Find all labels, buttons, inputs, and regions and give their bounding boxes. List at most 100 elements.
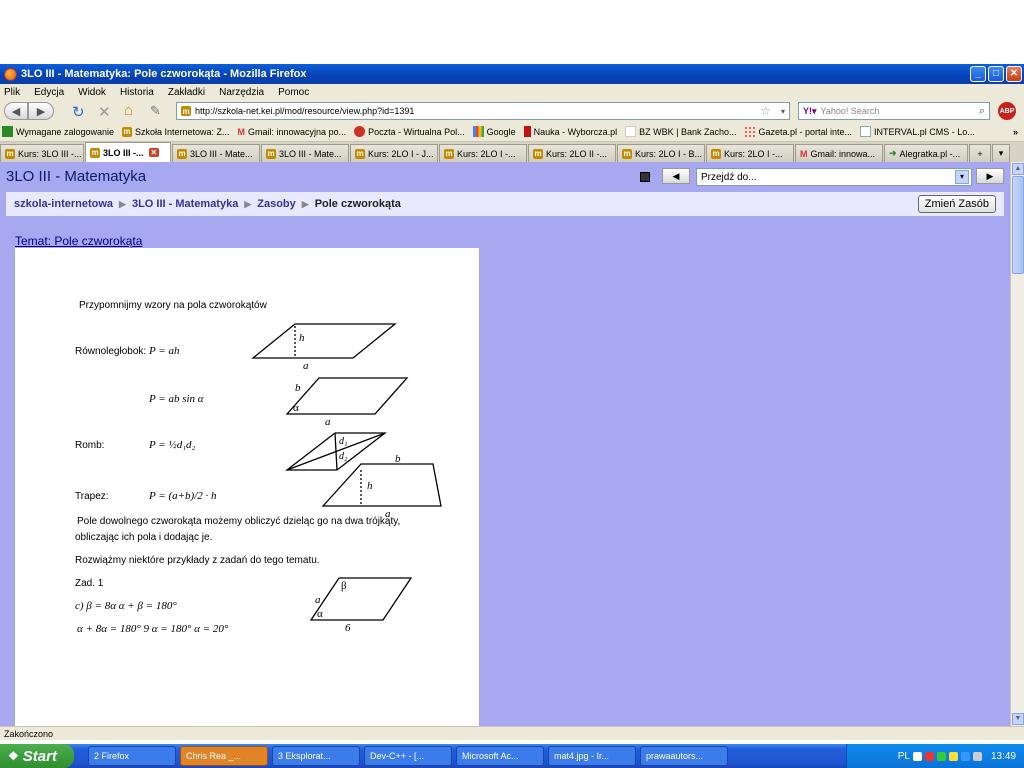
page-icon [860,126,872,137]
chevron-down-icon[interactable]: ▾ [955,170,969,184]
back-button[interactable]: ◀ [4,102,28,120]
scroll-up-icon[interactable]: ▲ [1012,163,1024,175]
geometry-figures [251,323,442,621]
system-tray: PL 13:49 [846,744,1024,768]
vertical-scrollbar[interactable]: ▲ ▼ [1010,162,1024,726]
reload-icon[interactable]: ↻ [72,103,85,121]
moodle-icon: m [711,148,721,159]
fig-label-h: h [299,332,305,344]
bookmark-item[interactable]: Poczta - Wirtualna Pol... [354,126,465,137]
moodle-icon: m [533,148,543,159]
menu-view[interactable]: Widok [78,87,106,98]
address-bar[interactable]: m http://szkola-net.kei.pl/mod/resource/… [176,102,790,120]
bookmark-item[interactable]: BZ WBK | Bank Zacho... [625,126,736,137]
taskbar-item[interactable]: mat4.jpg - Ir... [548,746,636,766]
tray-icon[interactable] [936,751,946,761]
page-content: 3LO III - Matematyka ◀ Przejdź do... ▾ ▶… [0,162,1010,726]
fig-label-a: a [315,594,321,606]
star-icon[interactable]: ☆ [760,104,771,118]
tab[interactable]: m Kurs: 2LO I -... [706,144,794,162]
tab-list-button[interactable]: ▾ [992,144,1010,162]
taskbar-item[interactable]: 3 Eksplorat... [272,746,360,766]
change-resource-button[interactable]: Zmień Zasób [917,195,996,213]
menu-file[interactable]: Plik [4,87,20,98]
moodle-icon: m [355,148,365,159]
tab-active[interactable]: m 3LO III -... ✕ [85,142,171,162]
fig-label-alpha: α [293,402,299,414]
parallelogram-figure [251,323,397,359]
tab[interactable]: M Gmail: innowa... [795,144,883,162]
breadcrumb-link[interactable]: szkola-internetowa [14,198,113,210]
bookmark-item[interactable]: Wymagane zalogowanie [2,126,114,137]
bookmark-item[interactable]: Gazeta.pl - portal inte... [744,126,852,137]
menu-tools[interactable]: Narzędzia [219,87,264,98]
tray-icon[interactable] [924,751,934,761]
tab[interactable]: m Kurs: 3LO III -... [0,144,84,162]
tab[interactable]: m 3LO III - Mate... [172,144,260,162]
taskbar-item[interactable]: Microsoft Ac... [456,746,544,766]
tray-icon[interactable] [948,751,958,761]
scroll-down-icon[interactable]: ▼ [1012,713,1024,725]
taskbar-item-active[interactable]: Chris Rea _... [180,746,268,766]
minimize-button[interactable]: _ [970,66,986,82]
start-button[interactable]: ❖ Start [0,744,74,768]
search-box[interactable]: Y!▾ Yahoo! Search ⌕ [798,102,990,120]
tab[interactable]: m Kurs: 2LO I - J... [350,144,438,162]
firefox-window: 3LO III - Matematyka: Pole czworokąta - … [0,64,1024,768]
tab[interactable]: m 3LO III - Mate... [261,144,349,162]
menu-history[interactable]: Historia [120,87,154,98]
bookmark-item[interactable]: INTERVAL.pl CMS - Lo... [860,126,975,137]
bookmark-icon: m [121,126,132,137]
moodle-icon: m [444,148,454,159]
close-button[interactable]: ✕ [1006,66,1022,82]
search-placeholder: Yahoo! Search [820,106,880,116]
save-icon[interactable] [640,172,650,182]
adblock-icon[interactable]: ABP [998,102,1016,120]
bzwbk-icon [625,126,637,137]
yahoo-icon[interactable]: Y!▾ [803,106,817,117]
fig-label-d2: d₂ [339,451,348,462]
bookmark-item[interactable]: Nauka - Wyborcza.pl [523,126,617,137]
language-indicator[interactable]: PL [898,751,910,762]
maximize-button[interactable]: □ [988,66,1004,82]
fig-label-a: a [325,416,331,428]
fig-label-d1: d₁ [339,436,348,447]
new-tab-button[interactable]: + [969,144,991,162]
bookmarks-toolbar: Wymagane zalogowanie m Szkoła Internetowa… [0,122,1024,142]
tab[interactable]: ➜ Alegratka.pl -... [884,144,968,162]
taskbar-item[interactable]: Dev-C++ - [... [364,746,452,766]
taskbar-item-firefox[interactable]: 2 Firefox [88,746,176,766]
menu-bookmarks[interactable]: Zakładki [168,87,205,98]
taskbar-item[interactable]: prawaautors... [640,746,728,766]
bookmark-item[interactable]: m Szkoła Internetowa: Z... [121,126,230,137]
firefox-icon [4,67,17,81]
topic-heading[interactable]: Temat: Pole czworokąta [15,234,142,248]
tab[interactable]: m Kurs: 2LO I - B... [617,144,705,162]
stop-icon[interactable]: ✕ [98,103,111,121]
addon-icon[interactable]: ✎ [150,103,161,119]
forward-button[interactable]: ▶ [28,102,54,120]
breadcrumb-link[interactable]: Zasoby [257,198,296,210]
gmail-icon: M [800,148,808,159]
breadcrumb-separator-icon: ▶ [119,198,126,209]
tab[interactable]: m Kurs: 2LO II -... [528,144,616,162]
tray-icon[interactable] [960,751,970,761]
next-resource-button[interactable]: ▶ [976,168,1004,184]
bookmark-item[interactable]: Google [472,126,516,137]
jump-to-select[interactable]: Przejdź do... ▾ [696,168,972,186]
close-tab-icon[interactable]: ✕ [148,148,160,157]
previous-resource-button[interactable]: ◀ [662,168,690,184]
menu-edit[interactable]: Edycja [34,87,64,98]
search-icon[interactable]: ⌕ [979,105,985,118]
dropdown-arrow-icon[interactable]: ▾ [781,107,785,116]
tray-icon[interactable] [972,751,982,761]
breadcrumb-link[interactable]: 3LO III - Matematyka [132,198,238,210]
moodle-icon: m [5,148,15,159]
menu-help[interactable]: Pomoc [278,87,309,98]
home-icon[interactable]: ⌂ [124,102,133,119]
more-bookmarks-icon[interactable]: » [1013,127,1018,137]
bookmark-item[interactable]: M Gmail: innowacyjna po... [238,127,347,137]
window-title: 3LO III - Matematyka: Pole czworokąta - … [21,68,307,80]
scroll-thumb[interactable] [1012,176,1024,274]
tab[interactable]: m Kurs: 2LO I -... [439,144,527,162]
